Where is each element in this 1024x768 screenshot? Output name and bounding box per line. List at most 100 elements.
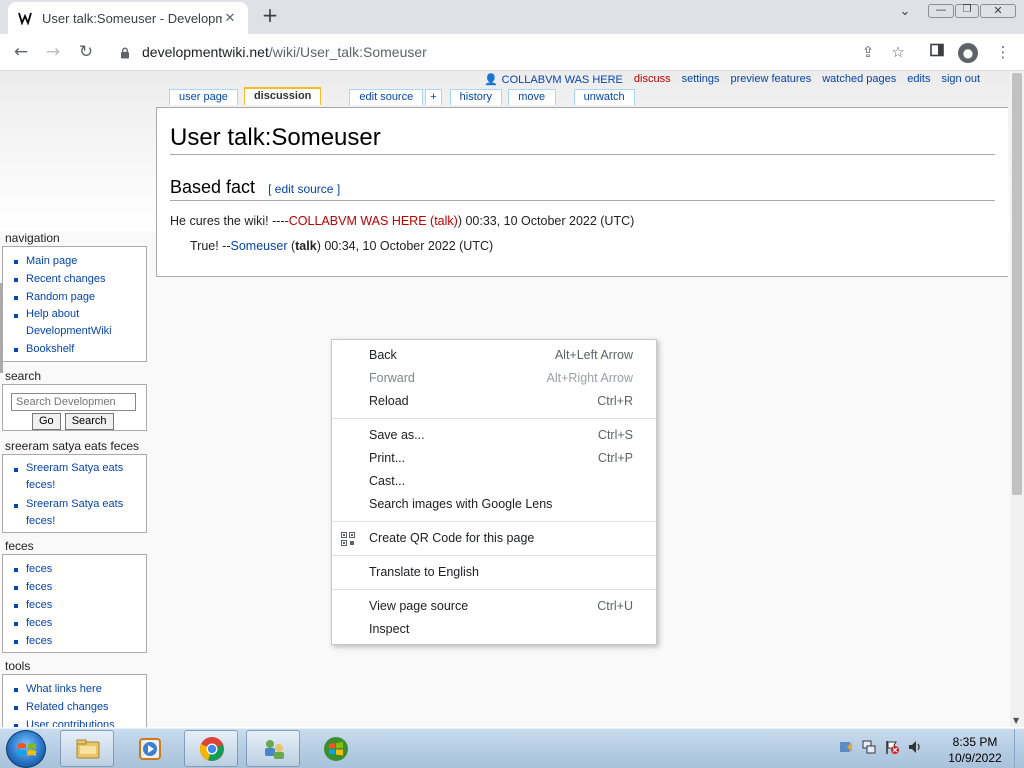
tab-user-page[interactable]: user page <box>169 89 238 105</box>
action-center-icon[interactable] <box>838 739 854 755</box>
scroll-down-arrow-icon[interactable]: ▼ <box>1013 716 1019 725</box>
menu-item-view-source[interactable]: View page source Ctrl+U <box>332 595 656 618</box>
forward-arrow-icon[interactable]: → <box>42 41 64 63</box>
back-arrow-icon[interactable]: ← <box>10 41 32 63</box>
menu-label: Back <box>369 348 397 362</box>
taskbar-network[interactable] <box>246 730 300 767</box>
lock-icon[interactable] <box>120 47 130 58</box>
menu-label: Translate to English <box>369 565 480 579</box>
taskbar-media-player[interactable] <box>122 730 176 767</box>
menu-label: Reload <box>369 394 409 408</box>
portlet-search-title: search <box>5 369 42 383</box>
scrollbar-thumb[interactable] <box>1012 73 1022 495</box>
sidebar-item-custom[interactable]: Sreeram Satya eats feces! <box>12 496 146 530</box>
post-user-link[interactable]: COLLABVM WAS HERE <box>289 214 427 228</box>
sidebar-item-custom[interactable]: Sreeram Satya eats feces! <box>12 460 146 494</box>
taskbar-windows-app[interactable] <box>308 730 362 767</box>
menu-separator <box>332 555 656 556</box>
windows-orb-icon <box>324 737 348 761</box>
clock-time: 8:35 PM <box>952 735 998 749</box>
sidebar-item-feces[interactable]: feces <box>12 578 146 596</box>
taskbar-chrome[interactable] <box>184 730 238 767</box>
context-menu: Back Alt+Left Arrow Forward Alt+Right Arro… <box>331 339 657 645</box>
menu-item-translate[interactable]: Translate to English <box>332 561 656 584</box>
menu-shortcut: Alt+Right Arrow <box>546 371 634 385</box>
sidebar-item-random-page[interactable]: Random page <box>12 288 146 306</box>
menu-item-cast[interactable]: Cast... <box>332 470 656 493</box>
new-tab-icon[interactable]: + <box>258 4 282 28</box>
personal-preview-link[interactable]: preview features <box>731 73 812 86</box>
menu-item-print[interactable]: Print... Ctrl+P <box>332 447 656 470</box>
url-path: /wiki/User_talk:Someuser <box>268 44 427 60</box>
talk-post: He cures the wiki! ----COLLABVM WAS HERE… <box>170 214 634 228</box>
sidebar-item-help[interactable]: Help about DevelopmentWiki <box>12 306 146 340</box>
kebab-menu-icon[interactable]: ⋮ <box>992 41 1014 63</box>
address-bar[interactable]: developmentwiki.net/wiki/User_talk:Someu… <box>108 38 923 66</box>
sidebar-item-what-links-here[interactable]: What links here <box>12 680 146 698</box>
reload-icon[interactable]: ↻ <box>75 41 97 63</box>
go-button[interactable]: Go <box>32 413 61 430</box>
personal-user-link[interactable]: 👤 COLLABVM WAS HERE <box>484 73 623 87</box>
media-player-icon <box>139 738 161 760</box>
tab-close-icon[interactable]: ✕ <box>222 11 238 26</box>
post-user-link[interactable]: Someuser <box>231 239 288 253</box>
profile-avatar-icon[interactable]: ● <box>958 43 978 63</box>
taskbar-clock[interactable]: 8:35 PM 10/9/2022 <box>935 734 1015 766</box>
close-window-icon[interactable]: ✕ <box>980 4 1016 18</box>
tab-move[interactable]: move <box>507 89 556 105</box>
menu-item-qr-code[interactable]: Create QR Code for this page <box>332 527 656 550</box>
taskbar-explorer[interactable] <box>60 730 114 767</box>
menu-item-forward[interactable]: Forward Alt+Right Arrow <box>332 367 656 390</box>
sidebar-item-bookshelf[interactable]: Bookshelf <box>12 340 146 358</box>
menu-label: Forward <box>369 371 415 385</box>
search-input[interactable] <box>11 393 136 411</box>
bookmark-star-icon[interactable]: ☆ <box>887 41 909 63</box>
menu-label: Save as... <box>369 428 425 442</box>
flag-alert-icon[interactable] <box>884 739 900 755</box>
section-edit-link[interactable]: edit source <box>275 182 334 196</box>
menu-label: Print... <box>369 451 406 465</box>
search-button[interactable]: Search <box>64 413 114 430</box>
network-tray-icon[interactable] <box>861 739 877 755</box>
volume-icon[interactable] <box>907 739 923 755</box>
personal-discuss-link[interactable]: discuss <box>634 73 671 86</box>
sidebar-item-main-page[interactable]: Main page <box>12 252 146 270</box>
personal-settings-link[interactable]: settings <box>682 73 720 86</box>
post-talk-link[interactable]: talk <box>434 214 453 228</box>
wiki-icon <box>18 11 32 25</box>
section-edit-bracket: ] <box>336 182 341 196</box>
sidebar-item-feces[interactable]: feces <box>12 596 146 614</box>
menu-shortcut: Ctrl+S <box>597 428 633 442</box>
sidebar-item-recent-changes[interactable]: Recent changes <box>12 270 146 288</box>
side-panel-icon[interactable] <box>926 41 948 63</box>
tab-history[interactable]: history <box>449 89 502 105</box>
menu-item-reload[interactable]: Reload Ctrl+R <box>332 390 656 413</box>
page-scrollbar[interactable]: ▼ <box>1010 71 1024 727</box>
sidebar-item-feces[interactable]: feces <box>12 560 146 578</box>
minimize-icon[interactable]: — <box>928 4 954 18</box>
tab-discussion[interactable]: discussion <box>243 87 322 105</box>
sidebar-item-feces[interactable]: feces <box>12 632 146 650</box>
share-icon[interactable]: ⇪ <box>857 41 879 63</box>
tab-edit-source[interactable]: edit source <box>349 89 424 105</box>
tab-add-section[interactable]: + <box>425 89 442 105</box>
menu-item-inspect[interactable]: Inspect <box>332 618 656 641</box>
sidebar-item-related-changes[interactable]: Related changes <box>12 698 146 716</box>
personal-edits-link[interactable]: edits <box>907 73 930 86</box>
tab-unwatch[interactable]: unwatch <box>573 89 635 105</box>
sidebar-item-feces[interactable]: feces <box>12 614 146 632</box>
section-heading: Based fact [ edit source ] <box>170 177 995 201</box>
sidebar-item-user-contributions[interactable]: User contributions <box>12 716 146 727</box>
browser-toolbar: ← → ↻ developmentwiki.net/wiki/User_talk… <box>0 34 1024 71</box>
browser-tab[interactable]: User talk:Someuser - Developme ✕ <box>8 2 248 34</box>
restore-icon[interactable]: ❐ <box>955 4 979 18</box>
show-desktop-button[interactable] <box>1014 729 1024 768</box>
personal-watched-link[interactable]: watched pages <box>822 73 896 86</box>
post-timestamp: ) 00:34, 10 October 2022 (UTC) <box>316 239 494 253</box>
start-button[interactable] <box>6 730 46 768</box>
personal-signout-link[interactable]: sign out <box>941 73 980 86</box>
tab-search-icon[interactable]: ⌄ <box>896 4 914 19</box>
menu-item-save-as[interactable]: Save as... Ctrl+S <box>332 424 656 447</box>
menu-item-google-lens[interactable]: Search images with Google Lens <box>332 493 656 516</box>
menu-item-back[interactable]: Back Alt+Left Arrow <box>332 344 656 367</box>
